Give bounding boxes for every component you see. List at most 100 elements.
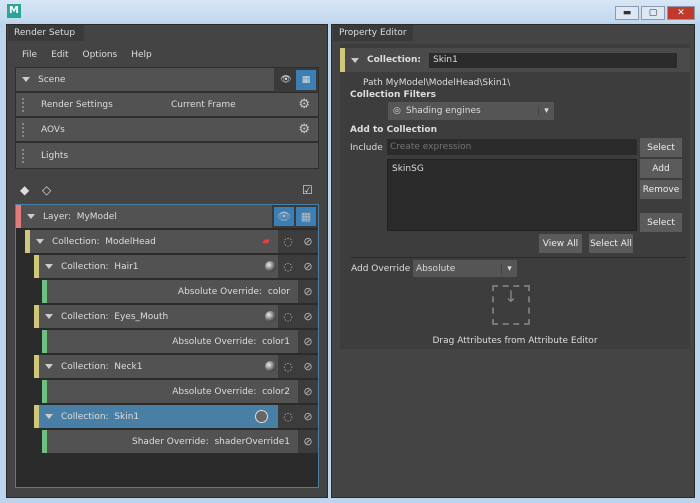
drag-handle-icon[interactable] [22, 122, 25, 137]
collapse-icon[interactable] [36, 239, 44, 244]
layer-name: MyModel [76, 211, 117, 222]
color-bar [34, 355, 39, 378]
close-button[interactable]: ✕ [667, 6, 695, 20]
lights-row[interactable]: Lights [16, 143, 318, 168]
override-type-dropdown[interactable]: Absolute ▾ [413, 260, 517, 277]
override-row[interactable]: Absolute Override: color2 ⊘ [42, 380, 318, 403]
minimize-button[interactable]: ▬ [615, 6, 639, 20]
path-label: Path [363, 78, 383, 88]
isolate-icon[interactable]: ◌ [278, 255, 298, 278]
disable-icon[interactable]: ⊘ [298, 305, 318, 328]
disable-icon[interactable]: ⊘ [298, 230, 318, 253]
isolate-icon[interactable]: ◌ [278, 355, 298, 378]
visibility-eye-icon[interactable]: 👁 [276, 70, 296, 90]
aovs-row[interactable]: AOVs ⚙ [16, 118, 318, 143]
scene-label: Scene [38, 74, 66, 85]
disable-icon[interactable]: ⊘ [298, 405, 318, 428]
visibility-eye-icon[interactable]: 👁 [274, 207, 294, 226]
drag-handle-icon[interactable] [22, 148, 25, 163]
maya-logo-icon: M [7, 4, 21, 18]
maximize-button[interactable]: ▢ [641, 6, 665, 20]
override-prefix: Absolute Override: [172, 336, 257, 347]
collapse-icon[interactable] [22, 77, 30, 82]
menu-edit[interactable]: Edit [51, 50, 68, 60]
color-bar [42, 330, 47, 353]
collection-row[interactable]: Collection: Hair1 ◌ ⊘ [34, 255, 318, 278]
drop-target-icon[interactable]: ↓ [492, 285, 530, 325]
isolate-icon[interactable]: ◌ [278, 230, 298, 253]
drag-hint-text: Drag Attributes from Attribute Editor [432, 336, 598, 346]
collapse-icon[interactable] [45, 314, 53, 319]
path-row: Path MyModel\ModelHead\Skin1\ [363, 78, 510, 88]
collection-row[interactable]: Collection: ModelHead ▰ ◌ ⊘ [25, 230, 318, 253]
override-row[interactable]: Absolute Override: color ⊘ [42, 280, 318, 303]
collapse-icon[interactable] [27, 214, 35, 219]
renderable-icon[interactable]: ▦ [296, 207, 316, 226]
select-members-button[interactable]: Select [640, 213, 682, 232]
row-label: Render Settings [41, 99, 113, 110]
collection-name: Neck1 [114, 361, 143, 372]
collapse-icon[interactable] [45, 264, 53, 269]
collection-prefix: Collection: [61, 311, 109, 322]
collection-name: ModelHead [105, 236, 156, 247]
remove-button[interactable]: Remove [640, 180, 682, 199]
add-override-label: Add Override [351, 264, 411, 274]
override-name: shaderOverride1 [214, 436, 290, 447]
create-layer-icon[interactable]: ◆ [20, 183, 29, 197]
gear-icon[interactable]: ⚙ [298, 97, 310, 112]
title-bar [0, 0, 700, 22]
select-all-button[interactable]: Select All [589, 234, 633, 253]
disable-icon[interactable]: ⊘ [298, 355, 318, 378]
tab-property-editor[interactable]: Property Editor [333, 25, 413, 41]
collection-row[interactable]: Collection: Neck1 ◌ ⊘ [34, 355, 318, 378]
members-list[interactable]: SkinSG [387, 159, 637, 231]
view-all-button[interactable]: View All [539, 234, 582, 253]
menu-file[interactable]: File [22, 50, 37, 60]
tab-render-setup[interactable]: Render Setup [8, 25, 84, 41]
disable-icon[interactable]: ⊘ [298, 330, 318, 353]
drag-handle-icon[interactable] [22, 97, 25, 112]
disable-icon[interactable]: ⊘ [298, 380, 318, 403]
color-bar [34, 405, 39, 428]
override-row[interactable]: Shader Override: shaderOverride1 ⊘ [42, 430, 318, 453]
path-value: MyModel\ModelHead\Skin1\ [385, 78, 511, 88]
disable-icon[interactable]: ⊘ [298, 255, 318, 278]
shading-engine-icon: ◎ [393, 106, 401, 116]
select-expression-button[interactable]: Select [640, 138, 682, 157]
divider [351, 257, 686, 258]
import-icon[interactable]: ◇ [42, 183, 51, 197]
color-bar [34, 305, 39, 328]
color-bar [42, 280, 47, 303]
material-sphere-icon [265, 261, 276, 272]
scene-row[interactable]: Scene 👁 ▦ [16, 67, 318, 93]
color-bar [42, 430, 47, 453]
render-settings-row[interactable]: Render Settings Current Frame ⚙ [16, 93, 318, 118]
add-to-collection-heading: Add to Collection [350, 125, 437, 135]
collection-name: Skin1 [114, 411, 140, 422]
collection-name-input[interactable]: Skin1 [428, 52, 677, 68]
gear-icon[interactable]: ⚙ [298, 122, 310, 137]
override-name: color [267, 286, 290, 297]
menu-help[interactable]: Help [131, 50, 152, 60]
material-sphere-icon [265, 361, 276, 372]
override-row[interactable]: Absolute Override: color1 ⊘ [42, 330, 318, 353]
collapse-icon[interactable] [45, 364, 53, 369]
collection-prefix: Collection: [61, 361, 109, 372]
collapse-icon[interactable] [45, 414, 53, 419]
collapse-icon[interactable] [351, 57, 359, 63]
isolate-icon[interactable]: ◌ [278, 305, 298, 328]
disable-icon[interactable]: ⊘ [298, 430, 318, 453]
filter-dropdown[interactable]: ◎ Shading engines ▾ [388, 102, 554, 120]
layer-prefix: Layer: [43, 211, 71, 222]
disable-icon[interactable]: ⊘ [298, 280, 318, 303]
layer-row[interactable]: Layer: MyModel 👁 ▦ [16, 205, 318, 228]
collection-row[interactable]: Collection: Eyes_Mouth ◌ ⊘ [34, 305, 318, 328]
renderable-icon[interactable]: ▦ [296, 69, 316, 90]
menu-options[interactable]: Options [83, 50, 118, 60]
isolate-icon[interactable]: ◌ [278, 405, 298, 428]
add-button[interactable]: Add [640, 159, 682, 178]
collection-row[interactable]: Collection: Skin1 ◌ ⊘ [34, 405, 318, 428]
list-item[interactable]: SkinSG [392, 164, 632, 174]
batch-edit-icon[interactable]: ☑ [302, 183, 313, 197]
include-expression-input[interactable] [387, 139, 637, 155]
